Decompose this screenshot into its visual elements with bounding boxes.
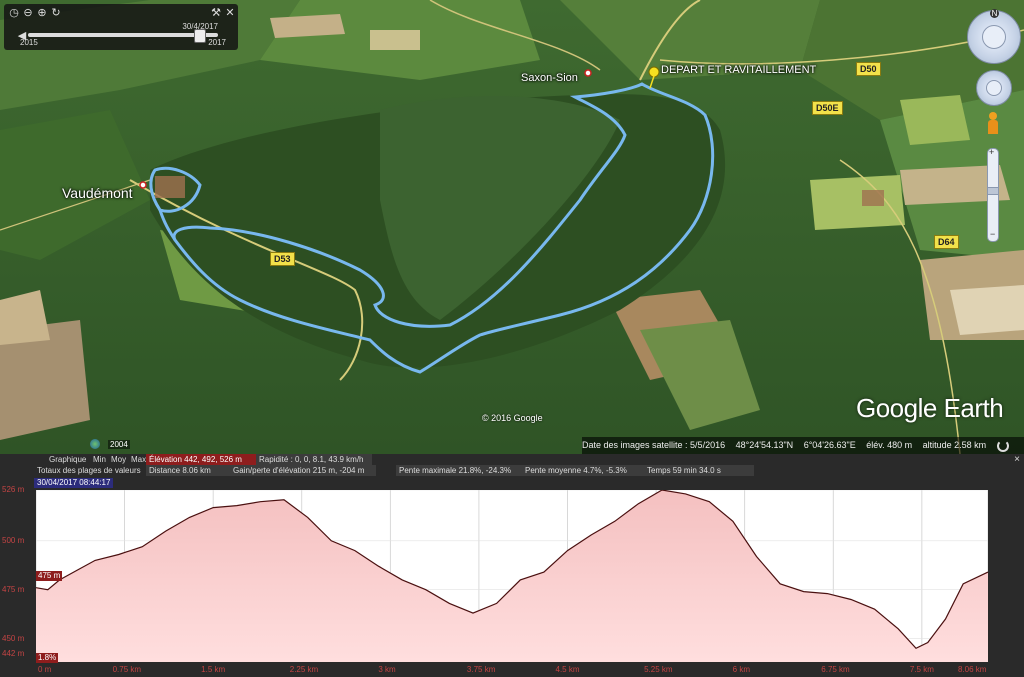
x-tick-label: 3.75 km [466, 665, 496, 674]
avg-slope-stat: Pente moyenne 4.7%, -5.3% [522, 465, 644, 476]
zoom-slider-handle[interactable] [987, 187, 999, 195]
speed-stat-button[interactable]: Rapidité : 0, 0, 8.1, 43.9 km/h [256, 454, 372, 465]
y-tick-label: 475 m [2, 584, 25, 594]
elevation-gain-stat: Gain/perte d'élévation 215 m, -204 m [230, 465, 376, 476]
time-slider-track[interactable] [28, 29, 218, 43]
x-tick-label: 7.5 km [909, 665, 934, 674]
close-profile-button[interactable]: × [1014, 454, 1020, 465]
longitude-readout: 6°04'26.63"E [803, 440, 856, 450]
y-tick-label: 450 m [2, 633, 25, 643]
close-icon[interactable]: ✕ [224, 7, 236, 19]
x-tick-label: 1.5 km [201, 665, 226, 674]
y-tick-label: 526 m [2, 485, 25, 494]
street-view-pegman-icon[interactable] [987, 112, 999, 136]
time-stat: Temps 59 min 34.0 s [644, 465, 754, 476]
latitude-readout: 48°24'54.13"N [735, 440, 794, 450]
y-tick-label: 442 m [2, 649, 25, 659]
x-tick-label: 6 km [732, 665, 751, 674]
globe-icon [90, 439, 100, 449]
elevation-readout: élév. 480 m [866, 440, 913, 450]
totals-label: Totaux des plages de valeurs [37, 466, 141, 475]
move-joystick[interactable] [986, 80, 1002, 96]
road-shield-d50e: D50E [812, 101, 843, 115]
x-tick-label: 5.25 km [644, 665, 673, 674]
zoom-slider[interactable]: + − [987, 147, 999, 242]
elevation-area [36, 490, 988, 662]
placemark-label-depart[interactable]: DEPART ET RAVITAILLEMENT [661, 64, 816, 76]
cursor-timestamp: 30/04/2017 08:44:17 [34, 478, 114, 488]
refresh-icon[interactable]: ↻ [50, 7, 62, 19]
road-shield-d64: D64 [934, 235, 959, 249]
current-slope-tag: 1.8% [36, 653, 59, 663]
zoom-out-icon[interactable]: − [990, 229, 995, 239]
elevation-profile-panel: Graphique Min Moy Max Élévation 442, 492… [0, 454, 1024, 677]
historical-imagery-slider[interactable]: ◷ ⊖ ⊕ ↻ ⚒ ✕ 30/4/2017 ◀ 2015 2017 [4, 4, 238, 50]
wrench-icon[interactable]: ⚒ [210, 7, 222, 19]
max-slope-stat: Pente maximale 21.8%, -24.3% [396, 465, 524, 476]
elevation-chart-svg [35, 489, 989, 662]
clock-icon[interactable]: ◷ [8, 7, 20, 19]
x-tick-label: 3 km [378, 665, 396, 674]
elevation-chart[interactable] [35, 489, 989, 662]
altitude-readout: altitude 2.58 km [922, 440, 987, 450]
imagery-year-label: 2004 [108, 440, 130, 449]
look-control[interactable]: N [967, 9, 1021, 64]
place-label-saxon-sion: Saxon-Sion [521, 72, 578, 84]
zoom-in-time-icon[interactable]: ⊕ [36, 7, 48, 19]
x-tick-label: 0.75 km [112, 665, 142, 674]
x-tick-label: 8.06 km [958, 665, 987, 674]
elevation-stat-button[interactable]: Élévation 442, 492, 526 m [146, 454, 256, 465]
status-bar: Date des images satellite : 5/5/2016 48°… [582, 437, 1024, 454]
copyright-text: © 2016 Google [482, 413, 543, 423]
time-slider-end-year: 2017 [208, 38, 226, 47]
place-label-vaudemont: Vaudémont [62, 185, 133, 201]
north-icon[interactable]: N [990, 9, 999, 18]
move-control[interactable] [976, 70, 1012, 106]
moy-toggle[interactable]: Moy [108, 454, 129, 465]
road-shield-d50: D50 [856, 62, 881, 76]
time-slider-handle[interactable] [194, 29, 206, 43]
current-elevation-tag: 475 m [36, 571, 63, 581]
y-tick-label: 500 m [2, 535, 25, 545]
zoom-out-time-icon[interactable]: ⊖ [22, 7, 34, 19]
streaming-icon [996, 439, 1009, 452]
zoom-in-icon[interactable]: + [989, 147, 994, 157]
x-tick-label: 0 m [38, 665, 52, 674]
google-earth-logo: Google Earth [856, 393, 1004, 423]
look-joystick[interactable] [982, 25, 1006, 49]
road-shield-d53: D53 [270, 252, 295, 266]
x-tick-label: 4.5 km [555, 665, 580, 674]
distance-stat: Distance 8.06 km [146, 465, 232, 476]
x-tick-label: 2.25 km [289, 665, 319, 674]
x-tick-label: 6.75 km [821, 665, 850, 674]
pushpin-icon[interactable] [648, 66, 660, 78]
imagery-date: Date des images satellite : 5/5/2016 [582, 440, 726, 450]
min-toggle[interactable]: Min [90, 454, 109, 465]
graph-label: Graphique [49, 455, 87, 464]
map-view[interactable]: Vaudémont Saxon-Sion DEPART ET RAVITAILL… [0, 0, 1024, 454]
time-slider-start-year: 2015 [20, 38, 38, 47]
